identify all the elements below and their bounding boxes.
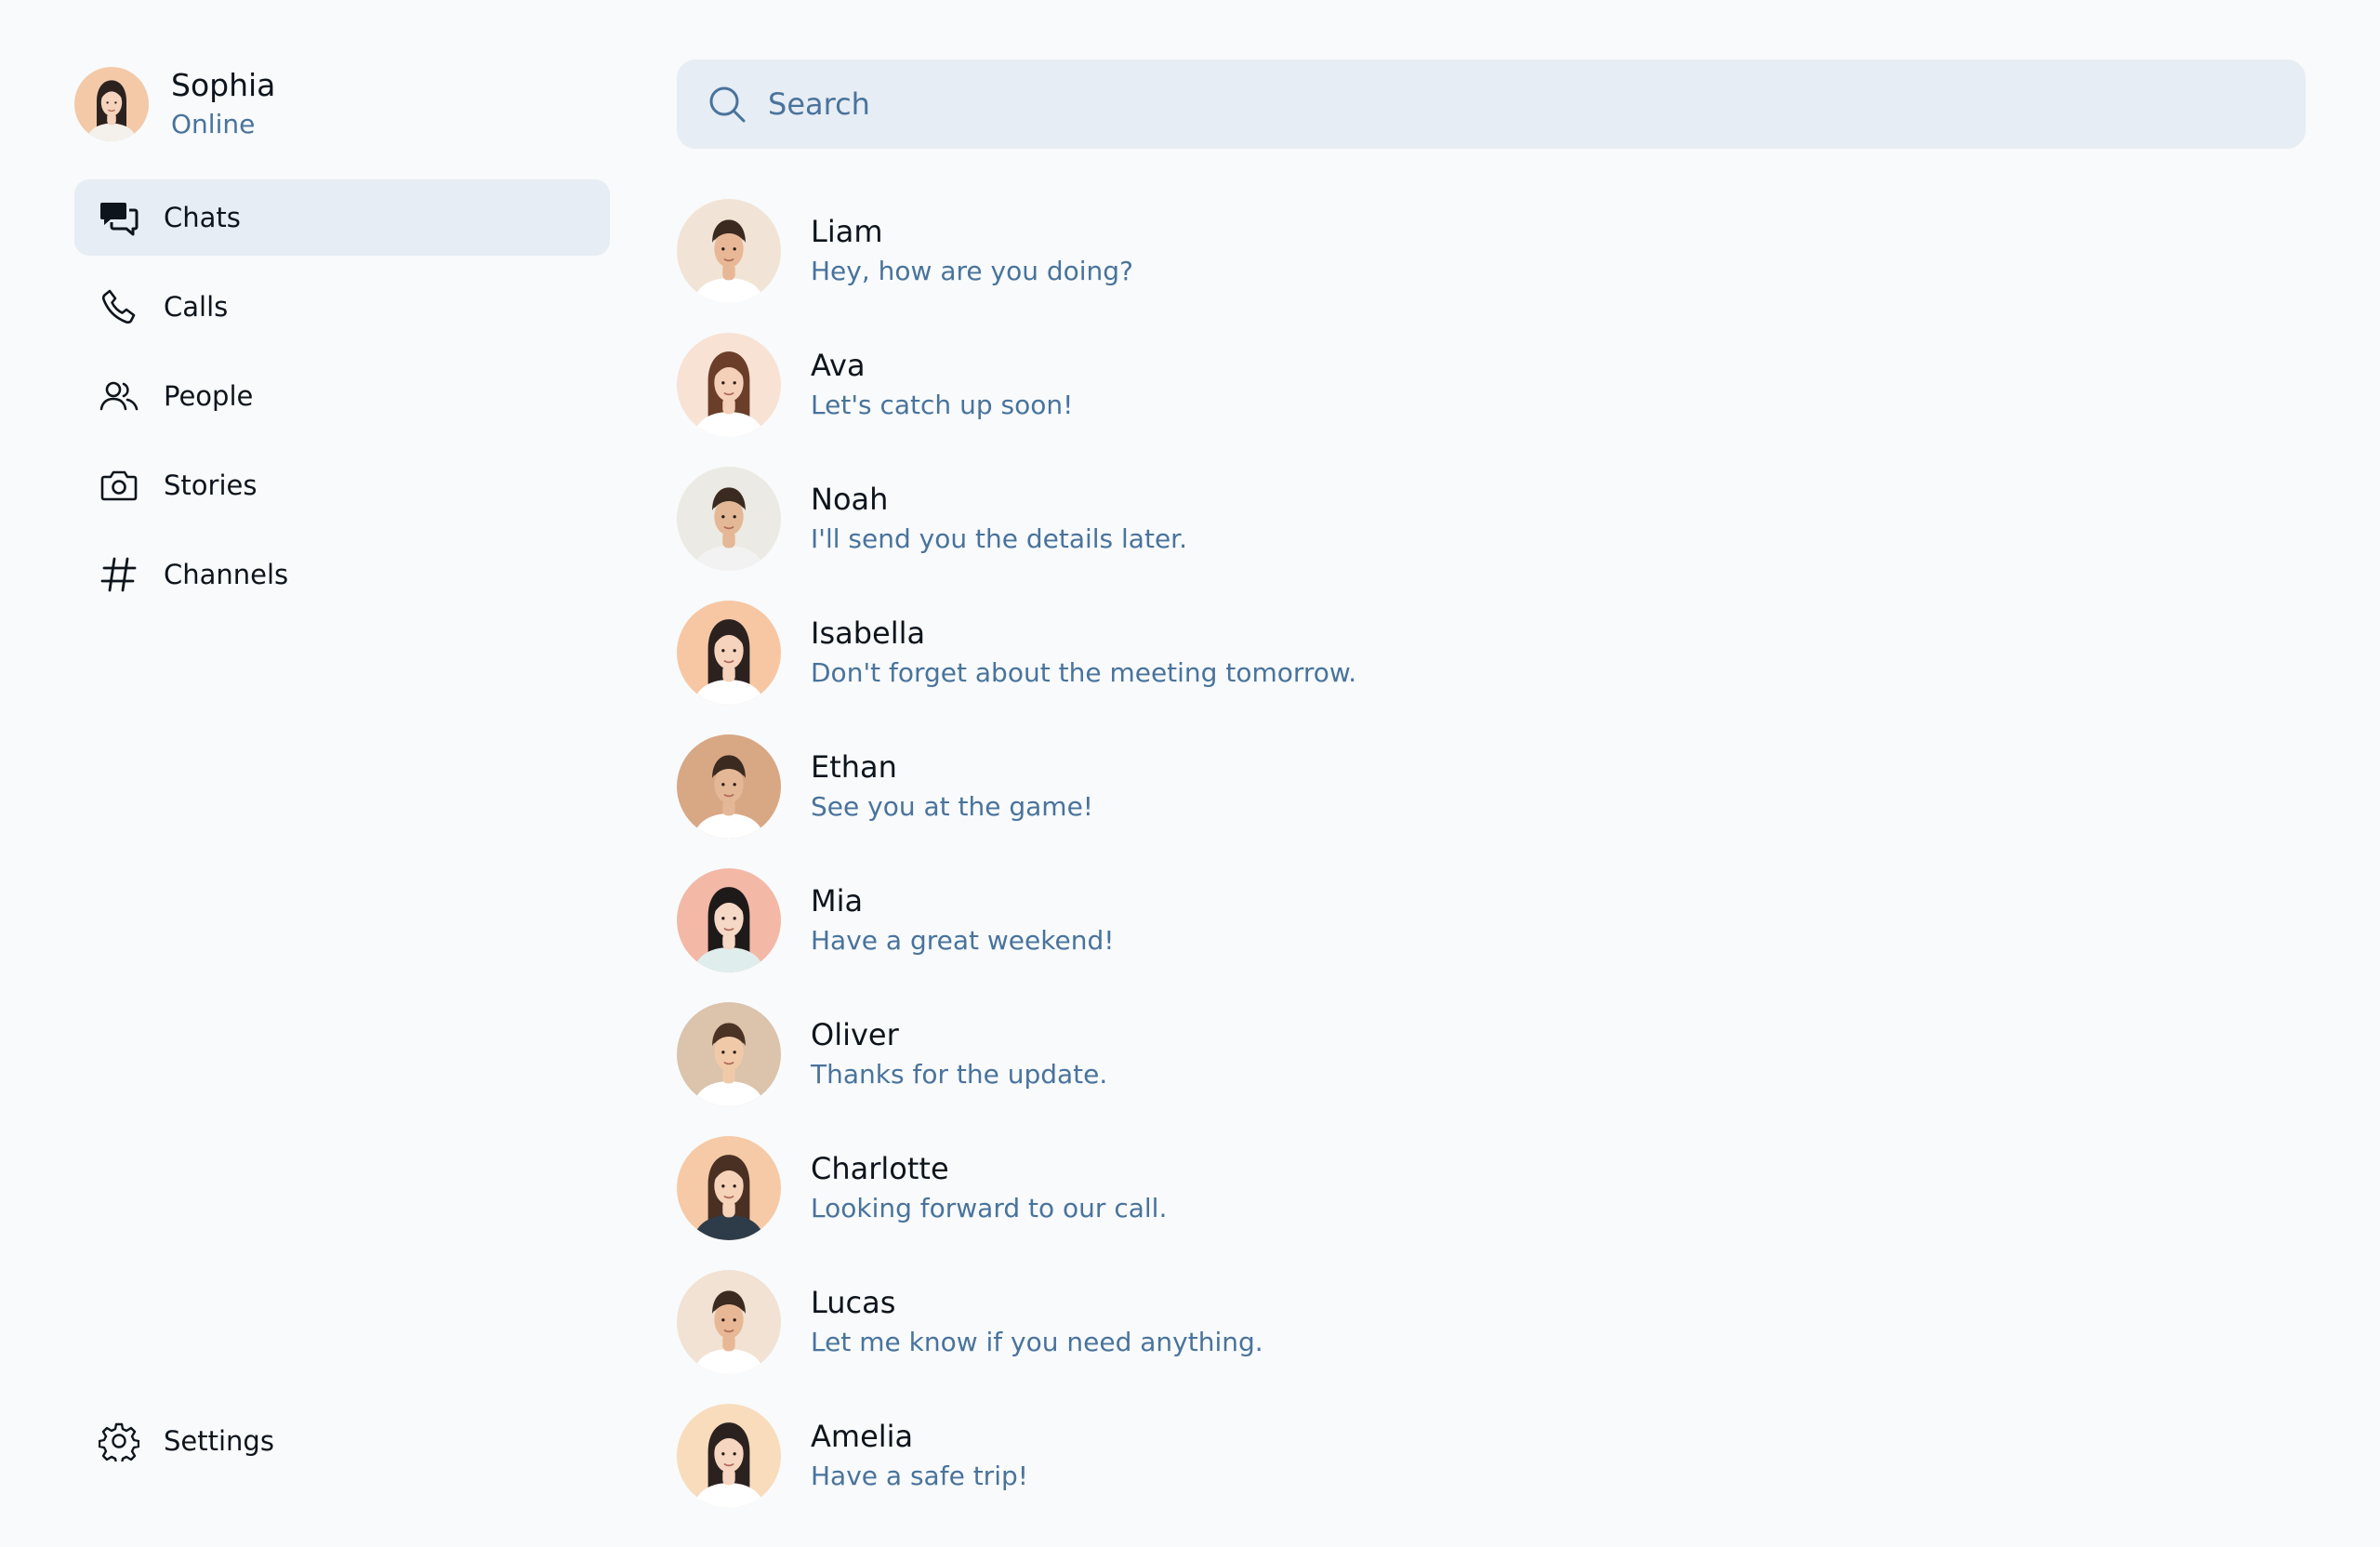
last-message: Don't forget about the meeting tomorrow.: [811, 657, 1357, 688]
sidebar-item-chats[interactable]: Chats: [74, 179, 610, 256]
chat-list-item[interactable]: Ava Let's catch up soon!: [677, 318, 2306, 452]
avatar: [677, 1404, 781, 1508]
chat-text: Amelia Have a safe trip!: [811, 1416, 1028, 1496]
contact-name: Amelia: [811, 1419, 914, 1454]
last-message: I'll send you the details later.: [811, 523, 1188, 554]
contact-name: Liam: [811, 214, 883, 249]
last-message: Have a safe trip!: [811, 1461, 1028, 1491]
contact-name: Noah: [811, 482, 889, 517]
camera-icon: [99, 465, 139, 506]
contact-name: Isabella: [811, 615, 926, 651]
avatar: [677, 1270, 781, 1374]
people-icon: [99, 376, 139, 416]
avatar: [677, 467, 781, 571]
avatar: [677, 199, 781, 303]
last-message: Looking forward to our call.: [811, 1193, 1168, 1223]
contact-name: Oliver: [811, 1017, 899, 1052]
search-bar[interactable]: [677, 60, 2306, 149]
avatar[interactable]: [74, 67, 149, 141]
chat-text: Charlotte Looking forward to our call.: [811, 1148, 1167, 1228]
sidebar-item-label: Channels: [164, 559, 289, 590]
chat-bubbles-icon: [99, 197, 139, 238]
contact-name: Lucas: [811, 1285, 896, 1320]
search-input[interactable]: [766, 86, 2161, 123]
last-message: Have a great weekend!: [811, 925, 1115, 956]
contact-name: Charlotte: [811, 1151, 949, 1186]
sidebar-item-label: Calls: [164, 291, 229, 323]
chat-text: Ava Let's catch up soon!: [811, 345, 1073, 425]
sidebar-item-people[interactable]: People: [74, 358, 610, 434]
profile-info: Sophia Online: [171, 65, 275, 143]
sidebar-item-label: Chats: [164, 202, 241, 233]
chat-text: Ethan See you at the game!: [811, 747, 1093, 826]
last-message: Let me know if you need anything.: [811, 1327, 1263, 1357]
chat-list-item[interactable]: Ethan See you at the game!: [677, 720, 2306, 853]
sidebar-nav: Chats Calls People Stories Channels: [74, 179, 610, 626]
sidebar-item-calls[interactable]: Calls: [74, 269, 610, 345]
chat-list-item[interactable]: Lucas Let me know if you need anything.: [677, 1255, 2306, 1389]
contact-name: Mia: [811, 883, 864, 919]
chat-text: Oliver Thanks for the update.: [811, 1014, 1107, 1094]
sidebar-item-label: People: [164, 380, 254, 412]
sidebar-item-label: Settings: [164, 1425, 274, 1457]
user-profile[interactable]: Sophia Online: [74, 66, 275, 142]
search-icon: [707, 84, 747, 125]
chat-panel: Liam Hey, how are you doing? Ava Let's c…: [677, 60, 2306, 1523]
gear-icon: [99, 1421, 139, 1461]
chat-list-item[interactable]: Noah I'll send you the details later.: [677, 452, 2306, 586]
chat-text: Noah I'll send you the details later.: [811, 479, 1187, 559]
phone-icon: [99, 286, 139, 327]
settings-section: Settings: [74, 1403, 610, 1492]
avatar: [677, 868, 781, 972]
avatar: [677, 1136, 781, 1240]
chat-list-item[interactable]: Liam Hey, how are you doing?: [677, 184, 2306, 318]
sidebar-item-label: Stories: [164, 469, 258, 501]
contact-name: Ethan: [811, 749, 897, 785]
profile-status: Online: [171, 109, 256, 139]
hashtag-icon: [99, 554, 139, 595]
chat-list-item[interactable]: Amelia Have a safe trip!: [677, 1389, 2306, 1523]
chat-list-item[interactable]: Mia Have a great weekend!: [677, 853, 2306, 987]
contact-name: Ava: [811, 348, 866, 383]
chat-list-item[interactable]: Oliver Thanks for the update.: [677, 987, 2306, 1121]
last-message: Thanks for the update.: [811, 1059, 1108, 1090]
messenger-app: Sophia Online Chats Calls People Stories…: [0, 0, 2380, 1547]
sidebar: Sophia Online Chats Calls People Stories…: [74, 0, 610, 1547]
chat-list-item[interactable]: Isabella Don't forget about the meeting …: [677, 586, 2306, 720]
chat-text: Liam Hey, how are you doing?: [811, 211, 1133, 291]
profile-name: Sophia: [171, 67, 276, 103]
last-message: See you at the game!: [811, 791, 1094, 822]
last-message: Hey, how are you doing?: [811, 256, 1133, 286]
avatar: [677, 734, 781, 839]
avatar: [677, 601, 781, 705]
chat-text: Mia Have a great weekend!: [811, 880, 1114, 960]
chat-list: Liam Hey, how are you doing? Ava Let's c…: [677, 184, 2306, 1523]
sidebar-item-settings[interactable]: Settings: [74, 1403, 610, 1479]
chat-text: Lucas Let me know if you need anything.: [811, 1282, 1263, 1362]
chat-text: Isabella Don't forget about the meeting …: [811, 613, 1356, 693]
avatar: [677, 333, 781, 437]
sidebar-item-stories[interactable]: Stories: [74, 447, 610, 523]
sidebar-item-channels[interactable]: Channels: [74, 536, 610, 613]
chat-list-item[interactable]: Charlotte Looking forward to our call.: [677, 1121, 2306, 1255]
avatar: [677, 1002, 781, 1106]
last-message: Let's catch up soon!: [811, 390, 1074, 420]
